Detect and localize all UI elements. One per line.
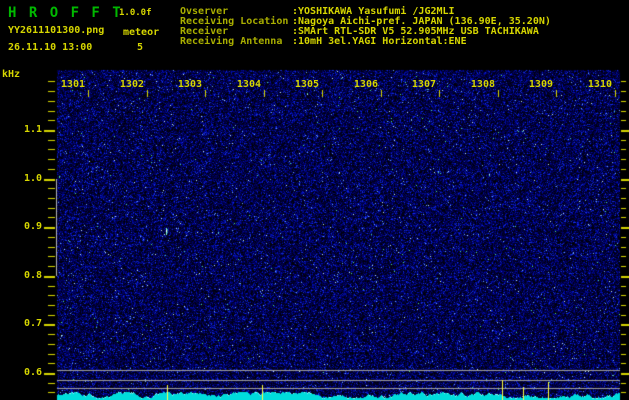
time-tick-label: 1309: [528, 79, 553, 90]
spectrogram-canvas: [0, 0, 629, 400]
time-tick-label: 1305: [294, 79, 319, 90]
time-tick-label: 1310: [587, 79, 612, 90]
output-filename: YY2611101300.png: [8, 25, 105, 36]
time-tick-label: 1308: [470, 79, 495, 90]
time-tick-label: 1307: [411, 79, 436, 90]
freq-tick-label: 1.0: [23, 173, 42, 184]
freq-tick-label: 0.8: [23, 270, 42, 281]
info-value: :10mH 3el.YAGI Horizontal:ENE: [292, 36, 467, 47]
hrofft-window: H R O F F T 1.0.0f YY2611101300.png mete…: [0, 0, 629, 400]
time-tick-label: 1304: [236, 79, 261, 90]
freq-axis-unit: kHz: [2, 69, 21, 80]
station-info-row: Receiving Antenna :10mH 3el.YAGI Horizont…: [180, 37, 551, 47]
app-title: H R O F F T: [8, 5, 123, 21]
freq-tick-label: 0.9: [23, 221, 42, 232]
freq-tick-label: 1.1: [23, 124, 42, 135]
meteor-count: 5: [136, 42, 144, 53]
time-tick-label: 1306: [353, 79, 378, 90]
time-tick-label: 1301: [60, 79, 85, 90]
freq-tick-label: 0.7: [23, 318, 42, 329]
time-tick-label: 1302: [119, 79, 144, 90]
time-tick-label: 1303: [177, 79, 202, 90]
station-info: Ovserver:YOSHIKAWA Yasufumi /JG2MLI Recei…: [180, 7, 551, 47]
info-label: Receiving Antenna: [180, 36, 283, 47]
observation-datetime: 26.11.10 13:00: [8, 42, 93, 53]
freq-tick-label: 0.6: [23, 367, 42, 378]
mode-label: meteor: [123, 27, 160, 38]
app-version: 1.0.0f: [119, 8, 152, 18]
